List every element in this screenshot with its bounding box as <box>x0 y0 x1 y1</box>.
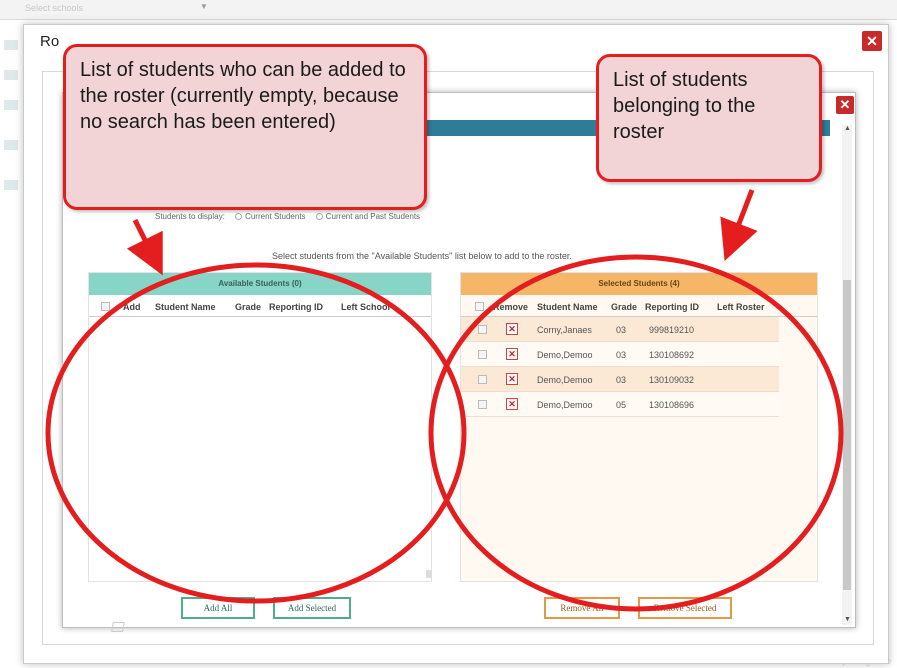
available-list-callout: List of students who can be added to the… <box>63 44 427 210</box>
selected-students-panel: Selected Students (4) Remove Student Nam… <box>460 272 818 582</box>
student-grade: 05 <box>616 400 627 410</box>
close-icon[interactable]: ✕ <box>836 96 854 114</box>
select-all-checkbox[interactable] <box>101 302 110 313</box>
available-students-header: Available Students (0) <box>89 273 431 295</box>
student-reporting-id: 130109032 <box>649 375 695 385</box>
scroll-down-icon[interactable]: ▼ <box>844 616 851 623</box>
row-checkbox[interactable] <box>478 400 487 409</box>
radio-current-students-label: Current Students <box>245 212 306 221</box>
edit-icon <box>111 622 125 632</box>
scroll-thumb[interactable] <box>843 280 851 590</box>
row-checkbox[interactable] <box>478 375 487 384</box>
selected-columns: Remove Student Name Grade Reporting ID L… <box>461 295 817 317</box>
col-remove[interactable]: Remove <box>493 302 528 312</box>
close-icon[interactable]: ✕ <box>862 31 882 51</box>
col-grade[interactable]: Grade <box>235 302 261 312</box>
scroll-up-icon[interactable]: ▲ <box>844 125 851 132</box>
radio-current-students[interactable] <box>235 213 243 221</box>
table-row[interactable]: ✕ Demo,Demoo 03 130108692 <box>461 342 779 367</box>
remove-all-button[interactable]: Remove All <box>544 597 620 619</box>
app-topbar: Select schools ▼ <box>0 0 897 20</box>
radio-current-past-students[interactable] <box>315 213 323 221</box>
available-students-panel: Available Students (0) Add Student Name … <box>88 272 432 582</box>
remove-icon[interactable]: ✕ <box>506 348 518 360</box>
radio-current-past-label: Current and Past Students <box>325 212 421 221</box>
selected-students-header: Selected Students (4) <box>461 273 817 295</box>
row-checkbox[interactable] <box>478 325 487 334</box>
col-left-school[interactable]: Left School <box>341 302 390 312</box>
students-to-display-row: Students to display: Current Students Cu… <box>155 212 420 221</box>
student-grade: 03 <box>616 325 627 335</box>
roster-dialog-title: Ro <box>40 33 60 50</box>
students-to-display-label: Students to display: <box>155 212 225 221</box>
chevron-down-icon: ▼ <box>200 2 208 11</box>
col-grade[interactable]: Grade <box>611 302 637 312</box>
student-name: Corny,Janaes <box>537 325 592 335</box>
student-name: Demo,Demoo <box>537 400 593 410</box>
col-student-name[interactable]: Student Name <box>155 302 216 312</box>
student-name: Demo,Demoo <box>537 350 593 360</box>
available-scrollbar[interactable] <box>426 300 432 580</box>
col-add[interactable]: Add <box>123 302 141 312</box>
selected-rows: ✕ Corny,Janaes 03 999819210 ✕ Demo,Demoo… <box>461 317 779 417</box>
student-grade: 03 <box>616 350 627 360</box>
instruction-text: Select students from the "Available Stud… <box>272 251 572 261</box>
student-reporting-id: 130108692 <box>649 350 695 360</box>
selected-list-callout: List of students belonging to the roster <box>596 54 822 182</box>
col-reporting-id[interactable]: Reporting ID <box>269 302 323 312</box>
remove-icon[interactable]: ✕ <box>506 398 518 410</box>
student-grade: 03 <box>616 375 627 385</box>
add-all-button[interactable]: Add All <box>181 597 255 619</box>
select-all-checkbox[interactable] <box>475 302 484 313</box>
student-reporting-id: 999819210 <box>649 325 695 335</box>
remove-icon[interactable]: ✕ <box>506 373 518 385</box>
add-selected-button[interactable]: Add Selected <box>273 597 351 619</box>
table-row[interactable]: ✕ Demo,Demoo 05 130108696 <box>461 392 779 417</box>
student-reporting-id: 130108696 <box>649 400 695 410</box>
row-checkbox[interactable] <box>478 350 487 359</box>
dialog-scrollbar[interactable]: ▲ ▼ <box>842 125 852 625</box>
col-student-name[interactable]: Student Name <box>537 302 598 312</box>
remove-icon[interactable]: ✕ <box>506 323 518 335</box>
remove-selected-button[interactable]: Remove Selected <box>638 597 732 619</box>
student-name: Demo,Demoo <box>537 375 593 385</box>
table-row[interactable]: ✕ Demo,Demoo 03 130109032 <box>461 367 779 392</box>
available-columns: Add Student Name Grade Reporting ID Left… <box>89 295 431 317</box>
col-left-roster[interactable]: Left Roster <box>717 302 765 312</box>
table-row[interactable]: ✕ Corny,Janaes 03 999819210 <box>461 317 779 342</box>
school-dropdown[interactable]: Select schools <box>25 3 210 16</box>
background-edit-link <box>111 620 192 634</box>
col-reporting-id[interactable]: Reporting ID <box>645 302 699 312</box>
